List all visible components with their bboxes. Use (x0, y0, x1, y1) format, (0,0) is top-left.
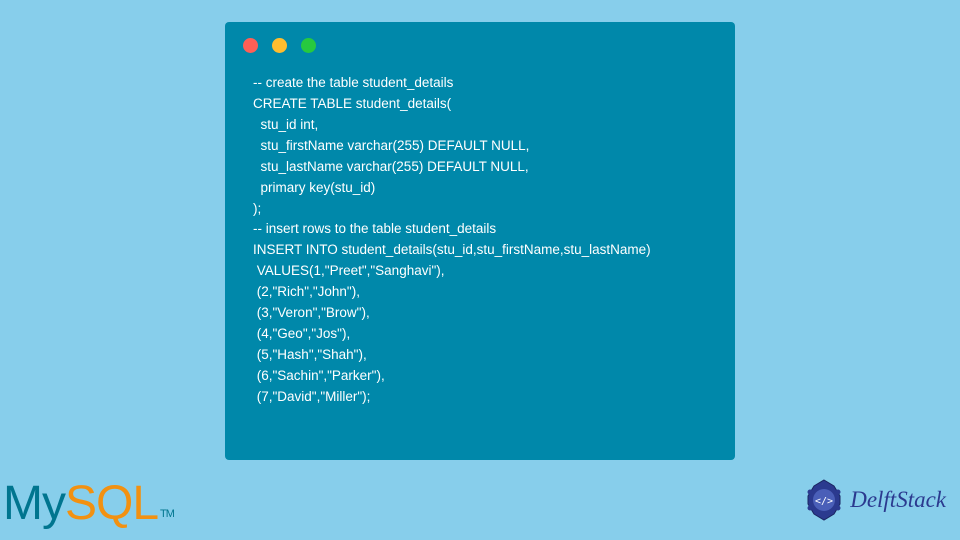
close-icon (243, 38, 258, 53)
svg-text:</>: </> (815, 496, 833, 507)
window-controls (225, 22, 735, 63)
mysql-sql: SQL (65, 477, 158, 530)
code-window: -- create the table student_details CREA… (225, 22, 735, 460)
minimize-icon (272, 38, 287, 53)
code-content: -- create the table student_details CREA… (225, 63, 735, 418)
delft-text: DelftStack (850, 487, 946, 513)
mysql-logo: MySQLTM (3, 476, 174, 531)
delft-icon: </> (802, 478, 846, 522)
maximize-icon (301, 38, 316, 53)
delft-logo: </> DelftStack (802, 478, 946, 522)
mysql-my: My (3, 477, 65, 530)
mysql-tm: TM (160, 508, 174, 520)
